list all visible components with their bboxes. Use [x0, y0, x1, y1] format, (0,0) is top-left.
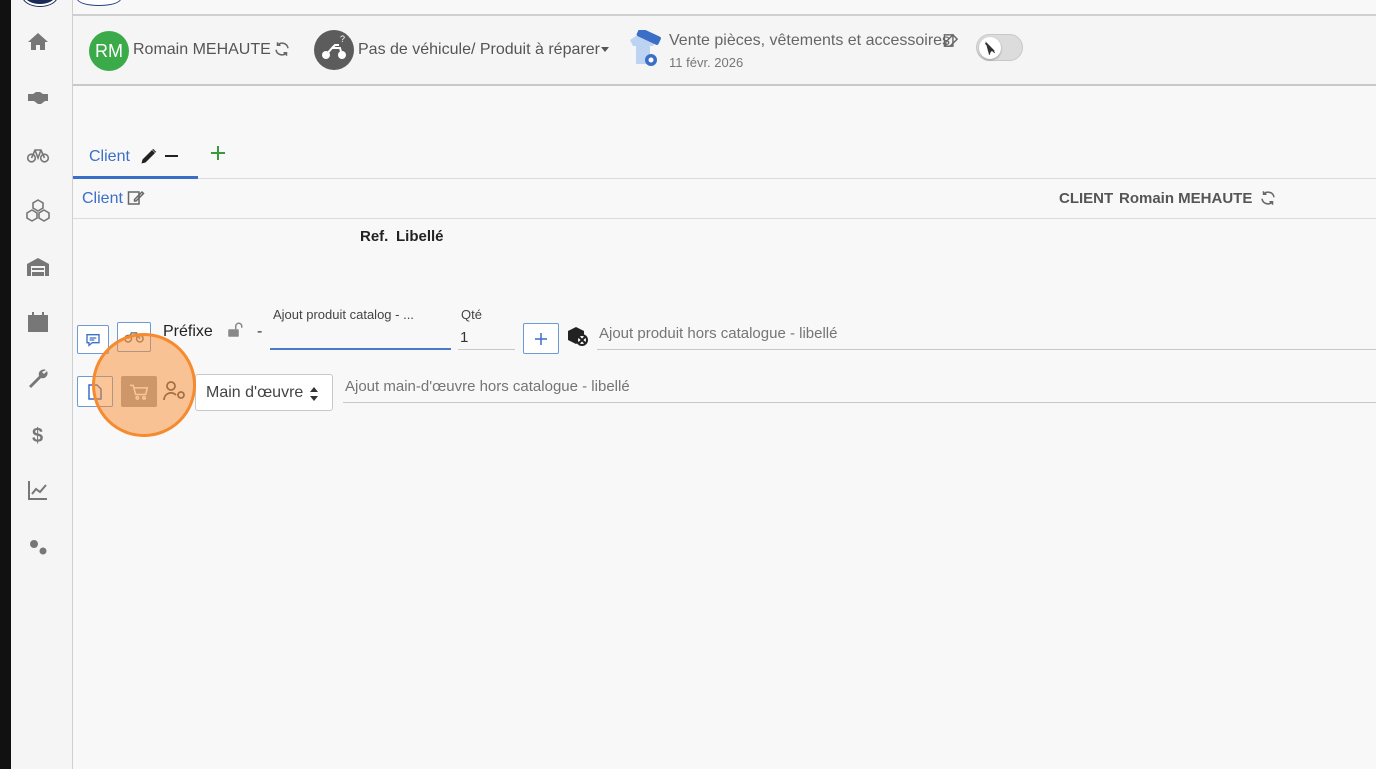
refresh-client-icon[interactable]: [1259, 189, 1277, 207]
plus-icon: [535, 332, 547, 345]
edit-client-icon[interactable]: [127, 189, 145, 207]
svg-text:$: $: [32, 425, 43, 446]
labour-type-select[interactable]: Main d'œuvre: [195, 374, 333, 411]
labour-type-value: Main d'œuvre: [206, 384, 304, 401]
prefix-separator: -: [257, 323, 263, 340]
client-name-right: Romain MEHAUTE: [1119, 190, 1253, 207]
wrench-icon[interactable]: [25, 365, 51, 391]
click-indicator: [92, 333, 196, 437]
boxes-icon[interactable]: [25, 197, 51, 223]
client-avatar[interactable]: RM: [89, 31, 129, 71]
quantity-input[interactable]: [458, 326, 515, 350]
client-caption: CLIENT: [1059, 190, 1114, 207]
gears-icon[interactable]: [25, 535, 51, 561]
remove-tab-icon[interactable]: [165, 155, 178, 157]
client-link[interactable]: Client: [82, 190, 123, 208]
vehicle-dropdown[interactable]: Pas de véhicule/ Produit à réparer: [358, 41, 600, 59]
off-catalog-icon: [568, 327, 588, 346]
off-catalog-labour-input[interactable]: [343, 371, 1376, 403]
tab-client-label: Client: [89, 148, 130, 165]
prefix-label[interactable]: Préfixe: [163, 323, 213, 341]
dollar-icon[interactable]: $: [25, 421, 51, 447]
add-product-button[interactable]: [523, 323, 559, 354]
off-catalog-product-input[interactable]: [597, 318, 1376, 350]
app-root: $ RM Romain MEHAUTE ? Pas de véhicule/ P…: [0, 0, 1376, 769]
handshake-icon[interactable]: [25, 85, 51, 111]
motorcycle-icon[interactable]: ?: [314, 30, 354, 70]
brand-logo-secondary: [77, 0, 121, 6]
calendar-icon[interactable]: [25, 309, 51, 335]
catalog-product-input[interactable]: [270, 326, 451, 350]
chevron-down-icon[interactable]: [601, 47, 609, 52]
add-tab-icon[interactable]: [209, 144, 227, 162]
column-header-libelle: Libellé: [396, 228, 444, 245]
tab-client[interactable]: Client: [73, 138, 198, 179]
header-client-name[interactable]: Romain MEHAUTE: [133, 41, 271, 59]
unlock-icon[interactable]: [226, 321, 244, 339]
header-bar: RM Romain MEHAUTE ? Pas de véhicule/ Pro…: [73, 16, 1376, 86]
edit-icon[interactable]: [943, 32, 960, 49]
window-edge: [0, 0, 11, 769]
refresh-icon[interactable]: [273, 40, 291, 58]
column-header-ref: Ref.: [360, 228, 389, 245]
toggle-knob: [979, 37, 1001, 59]
warehouse-icon[interactable]: [25, 254, 51, 280]
mode-toggle[interactable]: [976, 34, 1023, 61]
tab-bar: Client: [73, 138, 1376, 179]
clothing-accessories-icon: [630, 30, 661, 66]
client-subheader: Client CLIENT Romain MEHAUTE: [73, 180, 1376, 219]
sort-icon: [310, 387, 318, 401]
home-icon[interactable]: [25, 29, 51, 55]
comment-icon: [86, 333, 100, 347]
bicycle-icon[interactable]: [25, 141, 51, 167]
line-chart-icon[interactable]: [25, 477, 51, 503]
quantity-label: Qté: [461, 307, 482, 322]
sale-type-title[interactable]: Vente pièces, vêtements et accessoires: [669, 32, 950, 50]
vehicle-unknown-badge: ?: [340, 34, 346, 44]
catalog-product-label: Ajout produit catalog - ...: [273, 307, 414, 322]
sale-date: 11 févr. 2026: [669, 55, 744, 70]
pen-icon[interactable]: [140, 147, 158, 165]
sidebar: $: [11, 0, 73, 769]
pointer-off-icon: [984, 41, 996, 55]
